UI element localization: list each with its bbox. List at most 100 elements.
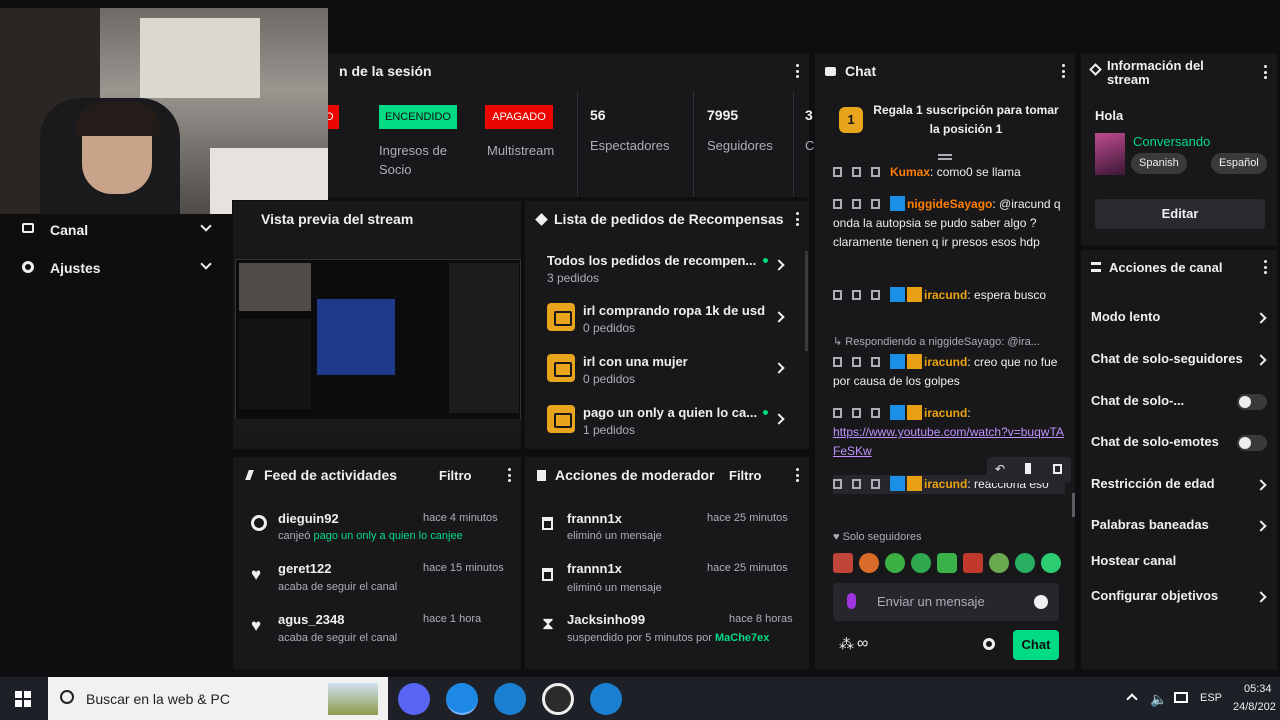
ban-icon[interactable] xyxy=(871,408,880,418)
modactions-menu-icon[interactable] xyxy=(795,468,799,482)
chat-username[interactable]: iracund xyxy=(924,406,967,420)
tag[interactable]: Español xyxy=(1211,153,1267,174)
trash-icon[interactable] xyxy=(833,408,842,418)
emote-icon[interactable] xyxy=(911,553,931,573)
chat-link[interactable]: https://www.youtube.com/watch?v=buqwTAFe… xyxy=(833,425,1064,458)
scrollbar[interactable] xyxy=(805,251,808,351)
category-link[interactable]: Conversando xyxy=(1133,134,1210,149)
chat-username[interactable]: niggideSayago xyxy=(907,197,992,211)
discord-app-icon[interactable] xyxy=(398,683,430,715)
deer-image xyxy=(328,683,378,715)
timeout-icon[interactable] xyxy=(852,167,861,177)
toggle-switch[interactable] xyxy=(1237,394,1267,410)
reward-item[interactable]: Todos los pedidos de recompen... 3 pedid… xyxy=(525,247,811,287)
emote-icon[interactable] xyxy=(989,553,1009,573)
timeout-icon[interactable] xyxy=(852,408,861,418)
chevron-up-icon[interactable] xyxy=(1126,693,1138,705)
ban-icon[interactable] xyxy=(871,479,880,489)
channel-action-item[interactable]: Hostear canal xyxy=(1081,550,1279,574)
emote-icon[interactable] xyxy=(963,553,983,573)
trash-icon[interactable] xyxy=(833,199,842,209)
channel-action-item[interactable]: Modo lento xyxy=(1081,306,1279,330)
reward-item[interactable]: irl comprando ropa 1k de usd 0 pedidos xyxy=(525,297,811,337)
chat-settings-icon[interactable] xyxy=(983,638,995,650)
channel-action-item[interactable]: Palabras baneadas xyxy=(1081,514,1279,538)
obs-app-icon[interactable] xyxy=(542,683,574,715)
taskbar-search[interactable]: Buscar en la web & PC xyxy=(48,677,388,720)
timeout-icon[interactable] xyxy=(852,199,861,209)
chat-send-button[interactable]: Chat xyxy=(1013,630,1059,660)
gift-leaderboard-banner[interactable]: 1 Regala 1 suscripción para tomar la pos… xyxy=(815,93,1077,149)
language-indicator[interactable]: ESP xyxy=(1200,692,1222,704)
chat-panel: Chat 1 Regala 1 suscripción para tomar l… xyxy=(814,52,1076,670)
edge-app-icon[interactable] xyxy=(590,683,622,715)
info-menu-icon[interactable] xyxy=(1263,65,1267,79)
emote-icon[interactable] xyxy=(1041,553,1061,573)
points-icon[interactable]: ⁂ xyxy=(839,635,854,653)
windows-start-icon[interactable] xyxy=(15,691,31,707)
pin-icon[interactable] xyxy=(1025,463,1031,474)
activity-time: hace 4 minutos xyxy=(423,512,498,524)
chat-username[interactable]: iracund xyxy=(924,288,967,302)
chat-input[interactable]: Enviar un mensaje xyxy=(833,583,1059,621)
emoji-icon[interactable] xyxy=(1034,595,1048,609)
speaker-icon[interactable]: 🔈 xyxy=(1150,691,1167,708)
timeout-icon[interactable] xyxy=(852,357,861,367)
emote-icon[interactable] xyxy=(937,553,957,573)
modaction-time: hace 8 horas xyxy=(729,613,793,625)
toggle-switch[interactable] xyxy=(1237,435,1267,451)
channel-action-item[interactable]: Restricción de edad xyxy=(1081,473,1279,497)
trash-icon xyxy=(542,568,553,581)
chat-menu-icon[interactable] xyxy=(1061,64,1065,78)
chat-username[interactable]: Kumax xyxy=(890,165,930,179)
mic-icon[interactable] xyxy=(847,593,856,609)
ban-icon[interactable] xyxy=(871,167,880,177)
tag[interactable]: Spanish xyxy=(1131,153,1187,174)
delete-icon[interactable] xyxy=(1053,464,1062,474)
network-icon[interactable] xyxy=(1174,692,1188,703)
timeout-icon[interactable] xyxy=(852,290,861,300)
nav-item-ajustes[interactable]: Ajustes xyxy=(6,256,228,280)
trash-icon[interactable] xyxy=(833,290,842,300)
emote-icon[interactable] xyxy=(833,553,853,573)
activity-filter-button[interactable]: Filtro xyxy=(439,468,472,483)
timeout-icon[interactable] xyxy=(852,479,861,489)
activity-menu-icon[interactable] xyxy=(507,468,511,482)
reward-item[interactable]: pago un only a quien lo ca... 1 pedidos xyxy=(525,399,811,439)
drag-handle-icon[interactable] xyxy=(938,154,952,160)
clock-time[interactable]: 05:34 xyxy=(1244,683,1272,695)
multistream-badge[interactable]: APAGADO xyxy=(485,105,553,129)
channel-actions-menu-icon[interactable] xyxy=(1263,260,1267,274)
stream-preview-video[interactable] xyxy=(235,259,521,429)
ban-icon[interactable] xyxy=(871,357,880,367)
channel-action-item[interactable]: Chat de solo-seguidores xyxy=(1081,348,1279,372)
emote-icon[interactable] xyxy=(1015,553,1035,573)
chat-username[interactable]: iracund xyxy=(924,355,967,369)
channel-action-item[interactable]: Chat de solo-... xyxy=(1081,390,1279,414)
partner-toggle-badge[interactable]: ENCENDIDO xyxy=(379,105,457,129)
channel-action-item[interactable]: Chat de solo-emotes xyxy=(1081,431,1279,455)
emote-icon[interactable] xyxy=(885,553,905,573)
edge-app-icon[interactable] xyxy=(446,683,478,715)
reward-item[interactable]: irl con una mujer 0 pedidos xyxy=(525,348,811,388)
modactions-header: Acciones de moderador Filtro xyxy=(525,457,809,493)
channel-action-item[interactable]: Configurar objetivos xyxy=(1081,585,1279,609)
scrollbar[interactable] xyxy=(1072,493,1075,517)
edit-button[interactable]: Editar xyxy=(1095,199,1265,229)
trash-icon[interactable] xyxy=(833,479,842,489)
session-menu-icon[interactable] xyxy=(795,64,799,78)
heart-icon: ♥ xyxy=(251,565,262,584)
nav-item-canal[interactable]: Canal xyxy=(6,218,228,242)
modactions-filter-button[interactable]: Filtro xyxy=(729,468,762,483)
emote-icon[interactable] xyxy=(859,553,879,573)
trash-icon[interactable] xyxy=(833,357,842,367)
reply-icon[interactable]: ↶ xyxy=(995,462,1005,476)
clock-date[interactable]: 24/8/202 xyxy=(1233,701,1276,713)
activity-panel: Feed de actividades Filtro dieguin92 hac… xyxy=(232,456,522,670)
ban-icon[interactable] xyxy=(871,290,880,300)
chat-username[interactable]: iracund xyxy=(924,477,967,491)
trash-icon[interactable] xyxy=(833,167,842,177)
rewards-menu-icon[interactable] xyxy=(795,212,799,226)
ban-icon[interactable] xyxy=(871,199,880,209)
edge-app-icon[interactable] xyxy=(494,683,526,715)
